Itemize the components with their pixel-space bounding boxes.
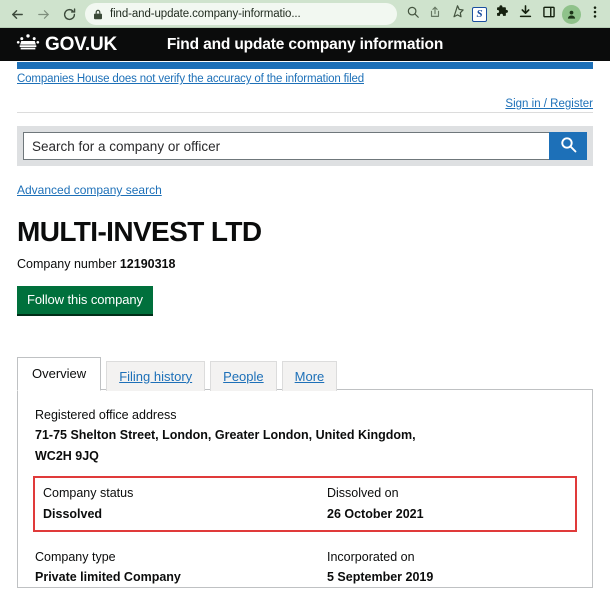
company-number-label: Company number — [17, 256, 117, 271]
registered-office-address-block: Registered office address 71-75 Shelton … — [35, 406, 575, 477]
dissolved-on-col: Dissolved on 26 October 2021 — [305, 484, 567, 523]
incorporated-on-label: Incorporated on — [327, 550, 415, 565]
address-bar[interactable]: find-and-update.company-informatio... — [85, 3, 397, 25]
accuracy-notice-link[interactable]: Companies House does not verify the accu… — [17, 73, 364, 85]
search-input[interactable] — [23, 132, 549, 160]
sign-in-register-link[interactable]: Sign in / Register — [505, 98, 593, 110]
advanced-search-row: Advanced company search — [17, 181, 593, 199]
company-number-value: 12190318 — [119, 256, 176, 271]
zoom-out-icon — [406, 5, 420, 24]
search-button[interactable] — [549, 132, 587, 160]
browser-toolbar: find-and-update.company-informatio... S — [0, 0, 610, 28]
incorporated-on-value: 5 September 2019 — [327, 570, 434, 585]
incorporated-on-col: Incorporated on 5 September 2019 — [305, 548, 575, 587]
s-extension-icon: S — [472, 6, 487, 22]
company-header: MULTI-INVEST LTD Company number 12190318… — [17, 216, 593, 316]
bookmark-button[interactable] — [446, 3, 468, 25]
back-arrow-icon — [10, 7, 25, 22]
profile-button[interactable] — [560, 2, 583, 26]
tab-overview[interactable]: Overview — [17, 356, 102, 391]
forward-button[interactable] — [30, 1, 56, 27]
extensions-button[interactable] — [491, 2, 514, 26]
puzzle-piece-icon — [495, 4, 510, 24]
profile-avatar-icon — [562, 4, 581, 24]
share-button[interactable] — [424, 3, 446, 25]
download-icon — [518, 4, 533, 24]
govuk-logo-link[interactable]: GOV.UK — [16, 33, 117, 56]
advanced-company-search-link[interactable]: Advanced company search — [17, 183, 162, 197]
search-bar — [17, 126, 593, 166]
page-title: MULTI-INVEST LTD — [17, 216, 262, 247]
registered-office-address-label: Registered office address — [35, 407, 177, 422]
company-type-label: Company type — [35, 550, 116, 565]
registered-office-address-line1: 71-75 Shelton Street, London, Greater Lo… — [35, 427, 416, 442]
extension-s-button[interactable]: S — [468, 2, 491, 26]
lock-icon — [93, 9, 103, 20]
share-icon — [428, 5, 442, 24]
tab-people[interactable]: People — [210, 360, 277, 391]
tab-more[interactable]: More — [281, 360, 338, 391]
company-status-label: Company status — [43, 486, 134, 501]
company-number-line: Company number 12190318 — [17, 257, 593, 271]
side-panel-button[interactable] — [537, 2, 560, 26]
three-dot-menu-icon — [588, 5, 602, 24]
company-type-row: Company type Private limited Company Inc… — [35, 532, 575, 587]
header-divider — [17, 112, 593, 113]
company-status-col: Company status Dissolved — [43, 484, 305, 523]
registered-office-address-line2: WC2H 9JQ — [35, 448, 99, 463]
side-panel-icon — [542, 5, 556, 24]
account-row: Sign in / Register — [0, 87, 610, 112]
company-type-col: Company type Private limited Company — [35, 548, 305, 587]
downloads-button[interactable] — [514, 2, 537, 26]
company-tabs-region: Overview Filing history People More Regi… — [17, 356, 593, 589]
forward-arrow-icon — [36, 7, 51, 22]
company-type-value: Private limited Company — [35, 570, 181, 585]
notice-strip: Companies House does not verify the accu… — [0, 62, 610, 87]
dissolved-on-label: Dissolved on — [327, 486, 399, 501]
company-status-row: Company status Dissolved Dissolved on 26… — [43, 484, 567, 523]
govuk-header: GOV.UK Find and update company informati… — [0, 28, 610, 61]
phase-banner-bar — [17, 62, 593, 69]
follow-company-button[interactable]: Follow this company — [17, 285, 153, 316]
reload-icon — [62, 7, 77, 22]
url-text: find-and-update.company-informatio... — [110, 8, 301, 20]
search-icon — [560, 136, 577, 156]
browser-menu-button[interactable] — [583, 2, 606, 26]
status-badge: Dissolved — [43, 506, 103, 521]
crown-icon — [16, 33, 40, 56]
company-status-highlight: Company status Dissolved Dissolved on 26… — [33, 476, 577, 533]
overview-panel: Registered office address 71-75 Shelton … — [17, 388, 593, 589]
zoom-out-button[interactable] — [402, 3, 424, 25]
govuk-wordmark: GOV.UK — [45, 33, 118, 55]
star-icon — [450, 4, 465, 24]
dissolved-on-value: 26 October 2021 — [327, 506, 424, 521]
tab-filing-history[interactable]: Filing history — [106, 360, 206, 391]
back-button[interactable] — [4, 1, 30, 27]
reload-button[interactable] — [56, 1, 82, 27]
tab-list: Overview Filing history People More — [17, 356, 593, 391]
